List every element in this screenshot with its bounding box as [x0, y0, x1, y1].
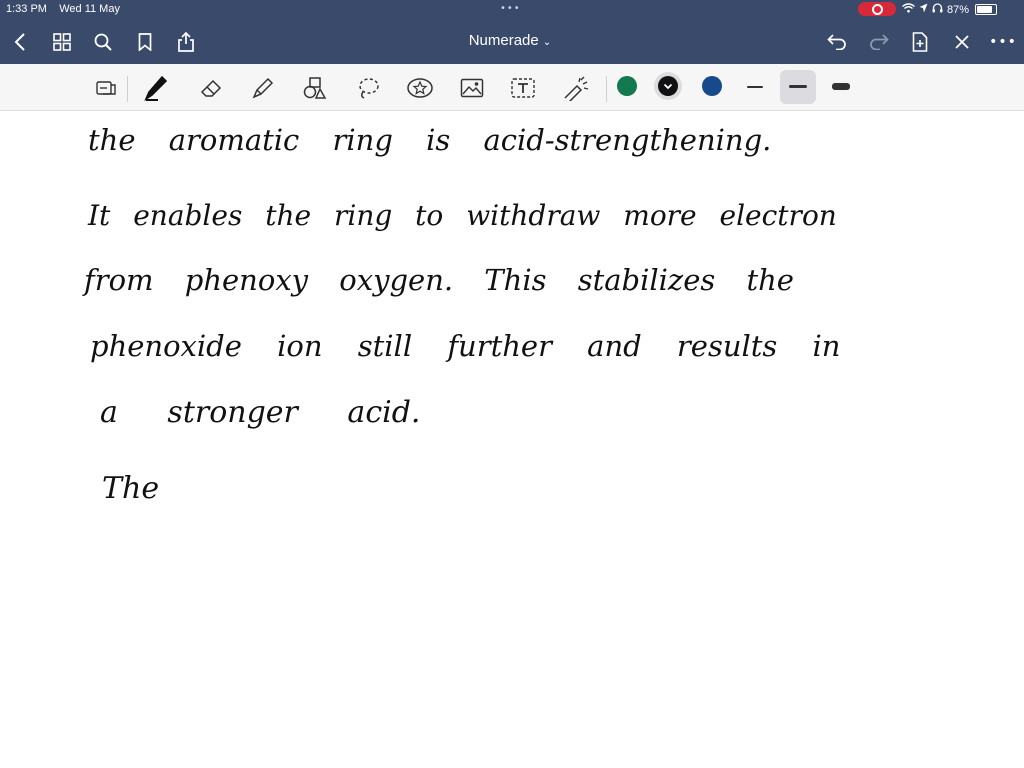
shapes-tool-icon[interactable] [301, 74, 329, 102]
more-options-icon[interactable]: ••• [989, 30, 1016, 54]
search-icon[interactable] [91, 30, 115, 54]
color-swatch-green[interactable] [617, 76, 637, 96]
redo-icon[interactable] [867, 30, 891, 54]
toolbar-divider [127, 76, 128, 102]
eraser-tool-icon[interactable] [198, 74, 226, 102]
stroke-width-thick[interactable] [832, 83, 850, 90]
note-line-3: from phenoxy oxygen. This stabilizes the [84, 263, 794, 297]
toolbar-divider [606, 76, 607, 102]
status-time-date: 1:33 PM Wed 11 May [6, 3, 120, 15]
document-title-menu[interactable]: Numerade ⌄ [445, 32, 575, 49]
chevron-down-icon: ⌄ [542, 37, 552, 48]
top-navigation-bar: 1:33 PM Wed 11 May ••• 87% Numerade ⌄ ••… [0, 0, 1024, 64]
color-swatch-blue[interactable] [702, 76, 722, 96]
bookmark-icon[interactable] [133, 30, 157, 54]
status-indicators: 87% [902, 3, 998, 16]
color-swatch-black[interactable] [658, 76, 678, 96]
pen-tool-icon[interactable] [142, 74, 170, 102]
text-tool-icon[interactable] [509, 74, 537, 102]
document-title: Numerade [468, 32, 539, 49]
multitasking-dots-icon[interactable]: ••• [500, 3, 521, 14]
sticker-tool-icon[interactable] [406, 74, 434, 102]
read-only-mode-icon[interactable] [92, 74, 120, 102]
note-canvas[interactable]: the aromatic ring is acid-strengthening.… [0, 111, 1024, 768]
stroke-width-thin[interactable] [747, 86, 763, 88]
note-line-2: It enables the ring to withdraw more ele… [88, 199, 837, 232]
note-line-1: the aromatic ring is acid-strengthening. [88, 123, 772, 157]
share-icon[interactable] [174, 30, 198, 54]
note-line-6: The [102, 471, 160, 506]
image-tool-icon[interactable] [458, 74, 486, 102]
grid-view-icon[interactable] [50, 30, 74, 54]
note-line-4: phenoxide ion still further and results … [90, 329, 841, 363]
highlighter-tool-icon[interactable] [249, 74, 277, 102]
headphones-icon [932, 3, 943, 16]
drawing-toolbar [0, 64, 1024, 111]
chevron-down-icon [663, 83, 673, 90]
screen-recording-icon[interactable] [858, 2, 896, 16]
battery-icon [975, 4, 998, 15]
location-icon [919, 3, 928, 16]
back-icon[interactable] [8, 30, 32, 54]
close-edit-icon[interactable] [950, 30, 974, 54]
lasso-tool-icon[interactable] [354, 74, 382, 102]
add-page-icon[interactable] [908, 30, 932, 54]
undo-icon[interactable] [825, 30, 849, 54]
stroke-width-medium[interactable] [789, 85, 807, 88]
laser-pointer-icon[interactable] [562, 74, 590, 102]
wifi-icon [902, 3, 915, 16]
battery-percent: 87% [947, 3, 970, 16]
note-line-5: a stronger acid. [100, 395, 421, 430]
status-date: Wed 11 May [59, 3, 120, 15]
status-time: 1:33 PM [6, 3, 47, 15]
